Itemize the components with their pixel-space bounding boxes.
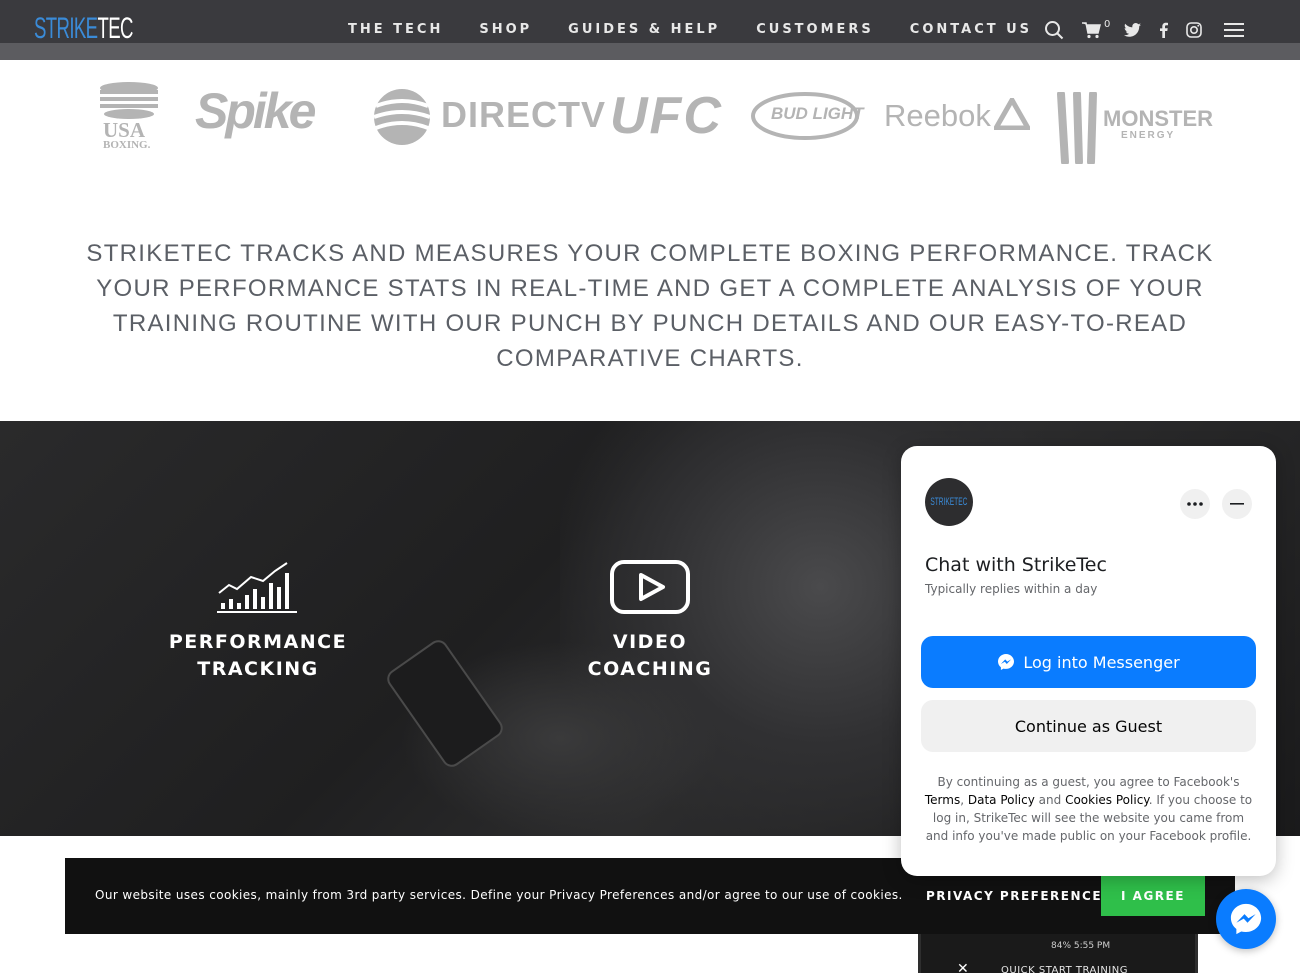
header-icons: 0 <box>1044 18 1258 42</box>
play-icon <box>610 560 690 614</box>
messenger-chat-panel: STRIKETEC Chat with StrikeTec Typically … <box>901 446 1276 876</box>
menu-icon[interactable] <box>1224 18 1245 42</box>
minimize-button[interactable] <box>1222 489 1252 519</box>
nav-contact-us[interactable]: CONTACT US <box>910 21 1032 39</box>
legal-separator: , <box>960 793 965 807</box>
continue-as-guest-button[interactable]: Continue as Guest <box>921 700 1256 752</box>
agree-button[interactable]: I AGREE <box>1101 876 1205 916</box>
phone-status-bar: 84% 5:55 PM <box>1051 941 1111 951</box>
logo-strike-text: STRIKE <box>34 12 98 45</box>
facebook-icon[interactable] <box>1159 18 1169 42</box>
phone-screen-title: QUICK START TRAINING <box>1001 965 1128 973</box>
cart-icon[interactable]: 0 <box>1082 18 1111 42</box>
intro-statement: STRIKETEC TRACKS AND MEASURES YOUR COMPL… <box>86 240 1214 372</box>
avatar: STRIKETEC <box>925 478 973 526</box>
performance-tracking-line2: TRACKING <box>197 658 319 680</box>
terms-link[interactable]: Terms <box>925 793 960 807</box>
minimize-icon <box>1230 503 1244 505</box>
privacy-preferences-button[interactable]: PRIVACY PREFERENCES <box>926 889 1112 903</box>
nav-guides-help[interactable]: GUIDES & HELP <box>568 21 720 39</box>
nav-customers[interactable]: CUSTOMERS <box>756 21 874 39</box>
spike-logo: Spike <box>195 83 316 139</box>
ufc-logo: UFC <box>610 87 723 145</box>
reebok-text: Reebok <box>884 98 991 133</box>
performance-tracking-line1: PERFORMANCE <box>168 631 348 653</box>
chat-title: Chat with StrikeTec <box>925 554 1107 576</box>
bar-chart-icon <box>217 562 297 613</box>
video-coaching-line1: VIDEO <box>612 631 688 653</box>
log-into-messenger-label: Log into Messenger <box>1023 652 1180 672</box>
striketec-logo[interactable]: STRIKETEC <box>34 12 133 46</box>
legal-prefix: By continuing as a guest, you agree to F… <box>937 775 1240 789</box>
log-into-messenger-button[interactable]: Log into Messenger <box>921 636 1256 688</box>
performance-tracking-feature[interactable]: PERFORMANCE TRACKING <box>168 559 348 683</box>
data-policy-link[interactable]: Data Policy <box>968 793 1035 807</box>
main-nav: THE TECH SHOP GUIDES & HELP CUSTOMERS CO… <box>348 21 1068 39</box>
monster-text: MONSTER <box>1103 106 1213 131</box>
directv-text: DIRECTV <box>441 94 607 135</box>
bud-light-logo: BUD LIGHT <box>751 92 864 140</box>
messenger-icon <box>1230 903 1262 935</box>
usa-boxing-bottom-text: BOXING. <box>103 139 151 151</box>
cookies-policy-link[interactable]: Cookies Policy <box>1065 793 1149 807</box>
messenger-launcher-button[interactable] <box>1216 889 1276 949</box>
nav-the-tech[interactable]: THE TECH <box>348 21 443 39</box>
chat-legal-text: By continuing as a guest, you agree to F… <box>923 773 1254 845</box>
messenger-icon <box>998 654 1015 670</box>
chat-subtitle: Typically replies within a day <box>925 582 1098 596</box>
search-icon[interactable] <box>1044 18 1064 42</box>
instagram-icon[interactable] <box>1186 18 1203 42</box>
cart-count: 0 <box>1104 18 1111 30</box>
bud-light-text: BUD LIGHT <box>771 104 864 123</box>
close-icon: ✕ <box>957 961 969 973</box>
more-options-button[interactable] <box>1180 489 1210 519</box>
header-band <box>0 43 1300 60</box>
cookie-message: Our website uses cookies, mainly from 3r… <box>95 888 903 902</box>
more-dots-icon <box>1187 502 1203 506</box>
site-header: STRIKETEC THE TECH SHOP GUIDES & HELP CU… <box>0 0 1300 60</box>
energy-text: ENERGY <box>1121 130 1176 141</box>
partner-logos: USA BOXING. Spike DIRECTV UFC BUD LIGHT … <box>0 60 1300 180</box>
nav-shop[interactable]: SHOP <box>479 21 532 39</box>
twitter-icon[interactable] <box>1124 18 1142 42</box>
usa-boxing-logo: USA BOXING. <box>98 80 160 152</box>
monster-energy-logo: MONSTER ENERGY <box>1055 92 1213 164</box>
legal-and: and <box>1038 793 1062 807</box>
video-coaching-line2: COACHING <box>587 658 713 680</box>
logo-tec-text: TEC <box>97 12 133 45</box>
avatar-logo-text: STRIKETEC <box>930 496 968 508</box>
video-coaching-feature[interactable]: VIDEO COACHING <box>560 559 740 683</box>
